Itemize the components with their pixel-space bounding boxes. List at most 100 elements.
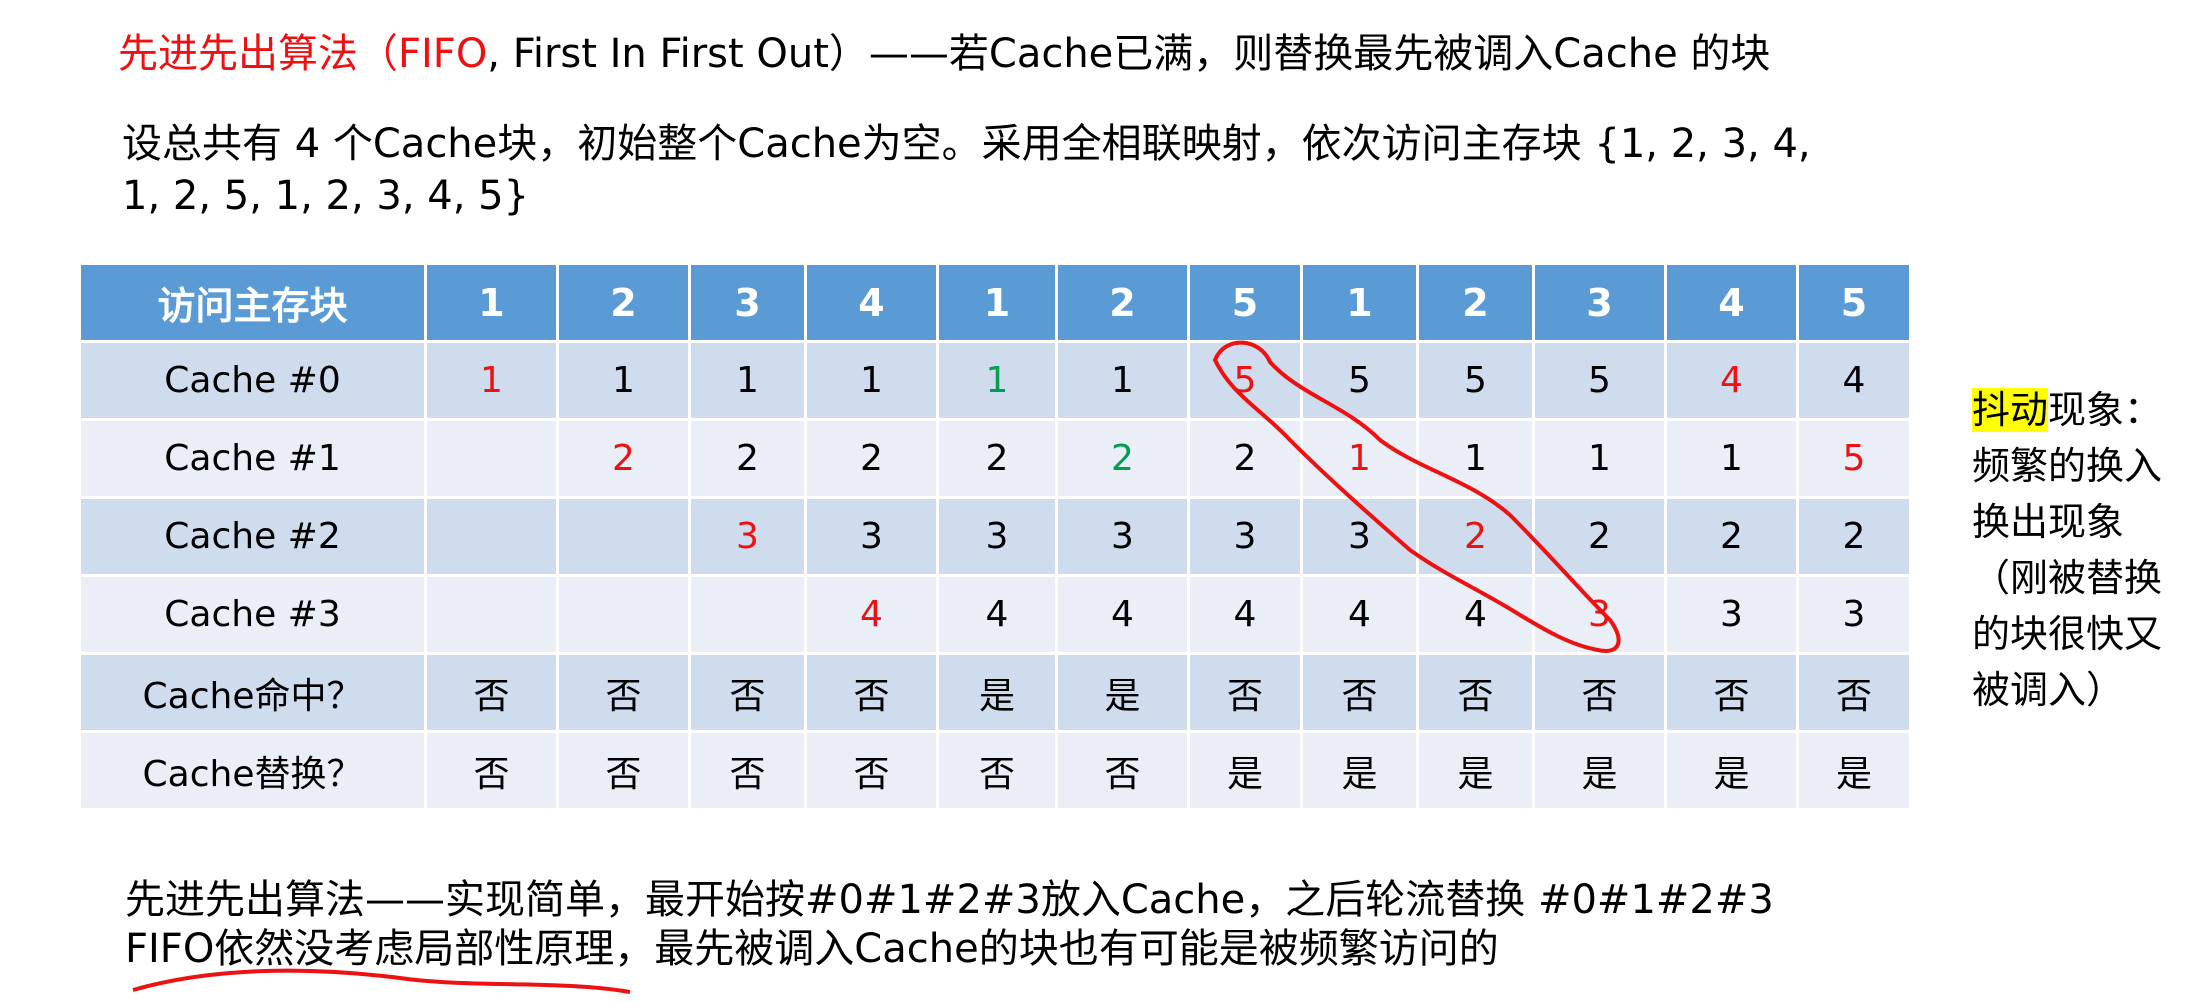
header-access-7: 5: [1190, 265, 1300, 340]
title-rest: , First In First Out）——若Cache已满，则替换最先被调入…: [487, 31, 1771, 77]
header-access-4: 4: [807, 265, 936, 340]
table-cell: 否: [559, 655, 688, 730]
row-label: Cache命中？: [81, 655, 424, 730]
table-row: Cache #0 1 1 1 1 1 1 5 5 5 5 4 4: [81, 343, 1909, 418]
table-cell: 否: [1190, 655, 1300, 730]
table-cell: 1: [1535, 421, 1664, 496]
table-cell: 否: [427, 655, 556, 730]
title-fifo: FIFO: [398, 31, 488, 77]
table-cell: 2: [1190, 421, 1300, 496]
header-access-1: 1: [427, 265, 556, 340]
table-cell: 是: [1303, 733, 1416, 808]
header-access-2: 2: [559, 265, 688, 340]
table-cell: 否: [559, 733, 688, 808]
header-label: 访问主存块: [81, 265, 424, 340]
table-cell: 是: [1535, 733, 1664, 808]
table-cell: [427, 499, 556, 574]
table-cell: 1: [1419, 421, 1532, 496]
table-cell: 3: [939, 499, 1055, 574]
table-row: Cache #2 3 3 3 3 3 3 2 2 2 2: [81, 499, 1909, 574]
table-cell: [559, 499, 688, 574]
table-cell: 4: [807, 577, 936, 652]
table-cell: [427, 421, 556, 496]
page-title: 先进先出算法（FIFO, First In First Out）——若Cache…: [118, 30, 1770, 78]
table-cell: 1: [807, 343, 936, 418]
header-access-10: 3: [1535, 265, 1664, 340]
table-cell: 否: [1667, 655, 1796, 730]
table-cell: 1: [559, 343, 688, 418]
row-label: Cache #2: [81, 499, 424, 574]
header-access-5: 1: [939, 265, 1055, 340]
table-cell: 4: [939, 577, 1055, 652]
table-body: Cache #0 1 1 1 1 1 1 5 5 5 5 4 4 Cache #1 2 2 2 2 2 2 1 1 1 1 5 C…: [81, 343, 1909, 808]
table-cell: 否: [1058, 733, 1187, 808]
row-label: Cache #0: [81, 343, 424, 418]
table-cell: 否: [691, 733, 804, 808]
table-cell: 5: [1419, 343, 1532, 418]
table-cell: 1: [939, 343, 1055, 418]
table-cell: 3: [1303, 499, 1416, 574]
table-cell: 否: [807, 655, 936, 730]
table-cell: 3: [1190, 499, 1300, 574]
table-cell: 4: [1058, 577, 1187, 652]
table-row: Cache #3 4 4 4 4 4 4 3 3 3: [81, 577, 1909, 652]
table-header-row: 访问主存块 123412512345: [81, 265, 1909, 340]
table-cell: 2: [807, 421, 936, 496]
table-cell: 4: [1190, 577, 1300, 652]
table-cell: 否: [691, 655, 804, 730]
header-access-11: 4: [1667, 265, 1796, 340]
table-cell: 3: [1667, 577, 1796, 652]
table-cell: 2: [1419, 499, 1532, 574]
table-cell: 否: [1535, 655, 1664, 730]
table-cell: 3: [691, 499, 804, 574]
intro-line-1: 设总共有 4 个Cache块，初始整个Cache为空。采用全相联映射，依次访问主…: [122, 121, 1811, 167]
table-cell: 1: [691, 343, 804, 418]
table-cell: 否: [427, 733, 556, 808]
table-cell: 否: [1799, 655, 1909, 730]
table-cell: 4: [1419, 577, 1532, 652]
row-label: Cache #1: [81, 421, 424, 496]
table-cell: 否: [939, 733, 1055, 808]
thrashing-note: 抖动现象：频繁的换入换出现象（刚被替换的块很快又被调入）: [1972, 382, 2192, 718]
table-cell: 是: [1058, 655, 1187, 730]
table-cell: 1: [1303, 421, 1416, 496]
table-cell: 4: [1667, 343, 1796, 418]
table-cell: 5: [1799, 421, 1909, 496]
row-label: Cache替换？: [81, 733, 424, 808]
table-cell: 2: [939, 421, 1055, 496]
table-cell: 3: [1535, 577, 1664, 652]
row-label: Cache #3: [81, 577, 424, 652]
header-access-6: 2: [1058, 265, 1187, 340]
thrashing-highlight: 抖动: [1972, 388, 2049, 432]
table-cell: 4: [1303, 577, 1416, 652]
hand-drawn-underline: [132, 968, 631, 994]
table-row: Cache命中？否否否否是是否否否否否否: [81, 655, 1909, 730]
header-access-12: 5: [1799, 265, 1909, 340]
note-line-1: 先进先出算法——实现简单，最开始按#0#1#2#3放入Cache，之后轮流替换 …: [125, 877, 1774, 923]
table-cell: 2: [559, 421, 688, 496]
table-cell: 1: [1667, 421, 1796, 496]
note-line-2: FIFO依然没考虑局部性原理，最先被调入Cache的块也有可能是被频繁访问的: [125, 926, 1499, 972]
table-cell: 2: [1058, 421, 1187, 496]
table-cell: 是: [1667, 733, 1796, 808]
table-cell: 是: [1799, 733, 1909, 808]
table-row: Cache #1 2 2 2 2 2 2 1 1 1 1 5: [81, 421, 1909, 496]
table-cell: 否: [1419, 655, 1532, 730]
table-cell: 是: [1419, 733, 1532, 808]
table-cell: 3: [807, 499, 936, 574]
table-cell: 2: [1667, 499, 1796, 574]
table-cell: 1: [427, 343, 556, 418]
table-cell: 5: [1190, 343, 1300, 418]
header-access-3: 3: [691, 265, 804, 340]
table-cell: [427, 577, 556, 652]
table-cell: 是: [939, 655, 1055, 730]
intro-line-2: 1, 2, 5, 1, 2, 3, 4, 5}: [122, 173, 530, 219]
table-cell: 5: [1535, 343, 1664, 418]
table-cell: [559, 577, 688, 652]
table-cell: 2: [1535, 499, 1664, 574]
table-cell: 3: [1799, 577, 1909, 652]
table-cell: 5: [1303, 343, 1416, 418]
table-cell: 4: [1799, 343, 1909, 418]
table-cell: 1: [1058, 343, 1187, 418]
fifo-table: 访问主存块 123412512345 Cache #0 1 1 1 1 1 1 5 5 5 5 4 4 C…: [78, 262, 1912, 811]
